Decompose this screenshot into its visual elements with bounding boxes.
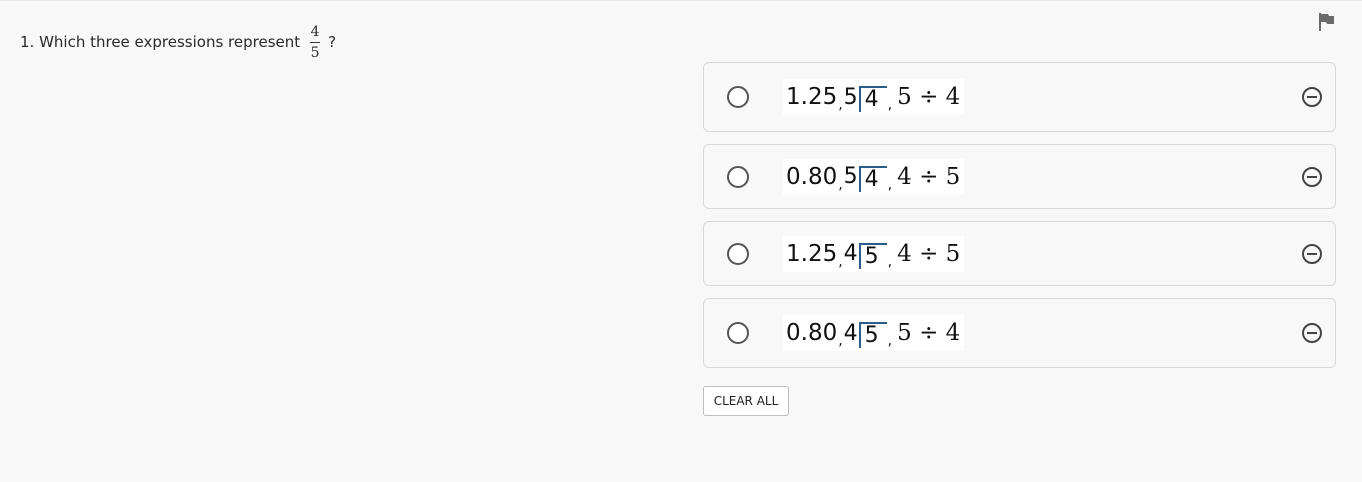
division-expression: 5 ÷ 4 [897,84,961,110]
decimal-value: 0.80 [786,163,838,190]
division-expression: 4 ÷ 5 [897,240,961,267]
answer-option-3[interactable]: 1.25 , 4 5 , 4 ÷ 5 [703,221,1336,286]
radio-button[interactable] [727,322,749,344]
question-fraction: 4 5 [310,23,321,61]
division-expression: 5 ÷ 4 [897,320,961,346]
decimal-value: 1.25 [786,84,838,110]
question-mark: ? [328,33,337,51]
option-expression: 1.25 , 5 4 , 5 ÷ 4 [783,79,965,115]
answer-option-4[interactable]: 0.80 , 4 5 , 5 ÷ 4 [703,298,1336,368]
option-expression: 0.80 , 5 4 , 4 ÷ 5 [783,158,965,195]
decimal-value: 1.25 [786,240,838,267]
top-divider [0,0,1362,1]
eliminate-choice-icon[interactable] [1302,323,1322,343]
flag-icon[interactable] [1318,12,1336,32]
answer-option-1[interactable]: 1.25 , 5 4 , 5 ÷ 4 [703,62,1336,132]
long-division-divisor: 5 [843,164,858,189]
long-division-dividend: 5 [858,322,887,348]
radio-button[interactable] [727,165,749,188]
long-division-dividend: 5 [858,242,887,269]
option-expression: 1.25 , 4 5 , 4 ÷ 5 [783,235,965,272]
fraction-numerator: 4 [310,23,320,40]
long-division-divisor: 5 [843,84,858,110]
long-division: 5 4 [844,162,887,192]
answer-option-2[interactable]: 0.80 , 5 4 , 4 ÷ 5 [703,144,1336,209]
long-division-dividend: 4 [858,165,887,192]
long-division-dividend: 4 [858,86,887,112]
long-division: 5 4 [844,82,887,112]
long-division: 4 5 [844,318,887,348]
long-division-divisor: 4 [843,320,858,346]
fraction-bar [310,41,321,43]
option-expression: 0.80 , 4 5 , 5 ÷ 4 [783,315,965,351]
long-division-divisor: 4 [843,241,858,266]
long-division: 4 5 [844,239,887,269]
eliminate-choice-icon[interactable] [1302,166,1322,187]
eliminate-choice-icon[interactable] [1302,87,1322,107]
radio-button[interactable] [727,242,749,265]
question-text: 1. Which three expressions represent [20,33,301,51]
decimal-value: 0.80 [786,320,838,346]
clear-all-button[interactable]: CLEAR ALL [703,386,789,416]
eliminate-choice-icon[interactable] [1302,243,1322,264]
radio-button[interactable] [727,86,749,108]
division-expression: 4 ÷ 5 [897,163,961,190]
question-prompt: 1. Which three expressions represent 4 5… [20,20,336,64]
fraction-denominator: 5 [310,44,320,61]
